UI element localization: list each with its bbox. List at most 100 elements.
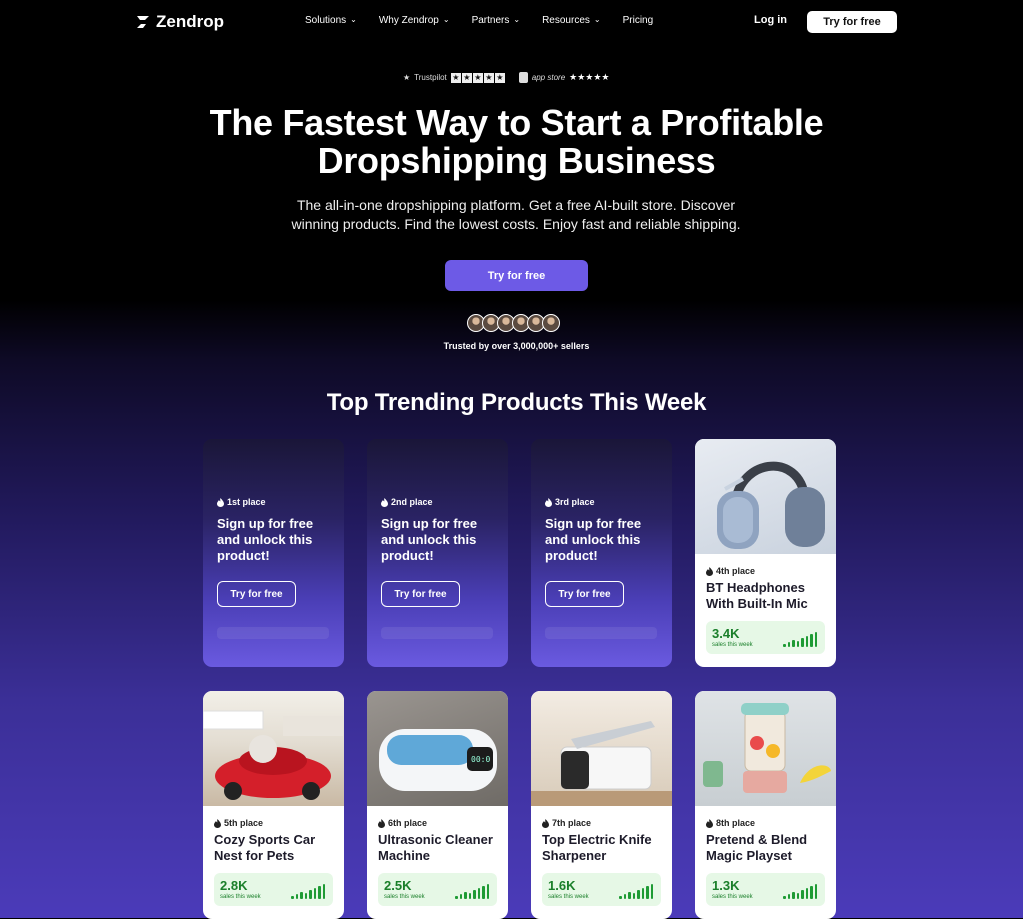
product-card[interactable]: 8th place Pretend & Blend Magic Playset … <box>695 691 836 919</box>
place-badge: 2nd place <box>381 497 433 507</box>
seller-avatars <box>467 314 560 332</box>
product-card-locked[interactable]: 1st place Sign up for free and unlock th… <box>203 439 344 667</box>
place-label: 4th place <box>716 566 756 576</box>
place-badge: 7th place <box>542 818 591 828</box>
place-badge: 1st place <box>217 497 266 507</box>
place-label: 3rd place <box>555 497 595 507</box>
nav-try-free-button[interactable]: Try for free <box>807 11 897 33</box>
menu-label: Resources <box>542 15 590 26</box>
product-card[interactable]: 00:0 6th place Ultrasonic Cleaner Machin… <box>367 691 508 919</box>
trustpilot-star-icon: ★ <box>403 73 411 82</box>
product-card-locked[interactable]: 3rd place Sign up for free and unlock th… <box>531 439 672 667</box>
flame-icon <box>217 497 224 507</box>
product-name: Ultrasonic Cleaner Machine <box>378 832 493 863</box>
login-link[interactable]: Log in <box>754 14 787 26</box>
product-name: BT Headphones With Built-In Mic <box>706 580 808 611</box>
main-menu: Solutions ⌄ Why Zendrop ⌄ Partners ⌄ Resour… <box>305 15 653 26</box>
card-try-free-button[interactable]: Try for free <box>545 581 624 607</box>
sales-badge: 1.6K sales this week <box>542 873 661 906</box>
hero-title-line: Dropshipping Business <box>317 140 716 181</box>
sales-count: 2.8K <box>220 878 248 893</box>
sales-label: sales this week <box>220 894 261 900</box>
trustpilot-stars: ★ ★ ★ ★ ★ <box>450 72 505 83</box>
menu-resources[interactable]: Resources ⌄ <box>542 15 601 26</box>
product-card[interactable]: 7th place Top Electric Knife Sharpener 1… <box>531 691 672 919</box>
menu-label: Partners <box>471 15 510 26</box>
flame-icon <box>542 818 549 828</box>
brand-logo[interactable]: Zendrop <box>136 12 224 32</box>
cleaner-illustration: 00:0 <box>379 729 497 791</box>
sales-count: 1.6K <box>548 878 576 893</box>
place-label: 5th place <box>224 818 264 828</box>
menu-why-zendrop[interactable]: Why Zendrop ⌄ <box>379 15 450 26</box>
product-image-pet-car-bed <box>203 691 344 806</box>
flame-icon <box>378 818 385 828</box>
menu-label: Pricing <box>622 15 654 26</box>
hero-title-line: The Fastest Way to Start a Profitable <box>209 102 824 143</box>
card-try-free-button[interactable]: Try for free <box>381 581 460 607</box>
sales-trend-icon <box>783 884 817 899</box>
flame-icon <box>214 818 221 828</box>
sales-badge: 3.4K sales this week <box>706 621 825 654</box>
unlock-message: Sign up for free and unlock this product… <box>217 516 314 563</box>
top-nav: Zendrop Solutions ⌄ Why Zendrop ⌄ Partners… <box>0 0 1023 44</box>
hero-title: The Fastest Way to Start a Profitable Dr… <box>0 104 1023 180</box>
shopify-bag-icon <box>518 72 528 83</box>
hero-subtitle-line: The all-in-one dropshipping platform. Ge… <box>296 197 736 213</box>
place-label: 2nd place <box>391 497 433 507</box>
trustpilot-rating[interactable]: ★ Trustpilot ★ ★ ★ ★ ★ <box>403 72 505 83</box>
product-image-headphones <box>695 439 836 554</box>
menu-solutions[interactable]: Solutions ⌄ <box>305 15 357 26</box>
place-label: 7th place <box>552 818 592 828</box>
flame-icon <box>381 497 388 507</box>
place-badge: 5th place <box>214 818 263 828</box>
product-card-locked[interactable]: 2nd place Sign up for free and unlock th… <box>367 439 508 667</box>
zendrop-logo-icon <box>137 16 149 28</box>
chevron-down-icon: ⌄ <box>442 15 450 24</box>
product-card[interactable]: 4th place BT Headphones With Built-In Mi… <box>695 439 836 667</box>
brand-name: Zendrop <box>156 12 224 31</box>
product-image-ultrasonic-cleaner: 00:0 <box>367 691 508 806</box>
blurred-placeholder <box>545 627 657 639</box>
svg-text:00:0: 00:0 <box>471 755 490 764</box>
sales-count: 2.5K <box>384 878 412 893</box>
flame-icon <box>545 497 552 507</box>
product-name: Pretend & Blend Magic Playset <box>706 832 808 863</box>
sales-badge: 1.3K sales this week <box>706 873 825 906</box>
place-badge: 3rd place <box>545 497 595 507</box>
sales-label: sales this week <box>384 894 425 900</box>
appstore-rating[interactable]: app store ★★★★★ <box>518 72 610 83</box>
hero-subtitle: The all-in-one dropshipping platform. Ge… <box>276 196 756 234</box>
chevron-down-icon: ⌄ <box>593 15 601 24</box>
sales-trend-icon <box>291 884 325 899</box>
place-badge: 8th place <box>706 818 755 828</box>
card-try-free-button[interactable]: Try for free <box>217 581 296 607</box>
appstore-label: app store <box>531 73 566 82</box>
unlock-message: Sign up for free and unlock this product… <box>381 516 478 563</box>
trustpilot-label: Trustpilot <box>414 73 447 82</box>
place-badge: 6th place <box>378 818 427 828</box>
hero-try-free-button[interactable]: Try for free <box>445 260 588 291</box>
menu-pricing[interactable]: Pricing <box>623 15 654 26</box>
hero-subtitle-line: winning products. Find the lowest costs.… <box>291 216 741 232</box>
product-image-knife-sharpener <box>531 691 672 806</box>
product-card[interactable]: 5th place Cozy Sports Car Nest for Pets … <box>203 691 344 919</box>
sales-label: sales this week <box>712 642 753 648</box>
flame-icon <box>706 566 713 576</box>
unlock-message: Sign up for free and unlock this product… <box>545 516 642 563</box>
product-image-blender-playset <box>695 691 836 806</box>
headphones-illustration <box>717 461 825 549</box>
pet-bed-illustration <box>203 710 343 800</box>
appstore-stars: ★★★★★ <box>569 72 610 82</box>
place-label: 6th place <box>388 818 428 828</box>
flame-icon <box>706 818 713 828</box>
chevron-down-icon: ⌄ <box>350 15 357 24</box>
sales-badge: 2.5K sales this week <box>378 873 497 906</box>
sharpener-illustration <box>531 721 672 806</box>
sales-trend-icon <box>455 884 489 899</box>
sales-trend-icon <box>619 884 653 899</box>
blurred-placeholder <box>217 627 329 639</box>
menu-partners[interactable]: Partners ⌄ <box>472 15 521 26</box>
place-label: 1st place <box>227 497 266 507</box>
sales-count: 1.3K <box>712 878 740 893</box>
